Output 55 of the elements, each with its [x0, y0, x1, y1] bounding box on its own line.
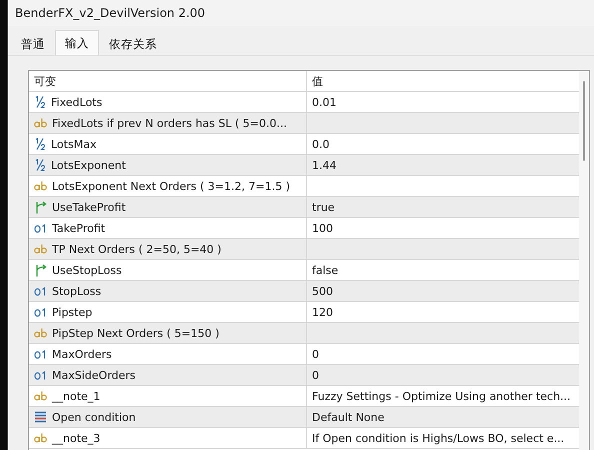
- parameter-name-cell[interactable]: Open condition: [29, 407, 306, 427]
- tab[interactable]: 普通: [11, 32, 55, 55]
- parameter-name: StopLoss: [52, 284, 102, 298]
- parameter-name-cell[interactable]: __note_1: [29, 386, 306, 406]
- parameter-name: Open condition: [52, 410, 136, 424]
- fraction-icon: [34, 138, 46, 150]
- parameter-name-cell[interactable]: UseStopLoss: [29, 260, 306, 280]
- parameter-name-cell[interactable]: __note_3: [29, 428, 306, 448]
- tab[interactable]: 依存关系: [99, 32, 167, 55]
- parameter-name-cell[interactable]: LotsMax: [29, 134, 306, 154]
- tab[interactable]: 输入: [55, 30, 99, 55]
- parameter-name: TP Next Orders ( 2=50, 5=40 ): [52, 242, 222, 256]
- list-icon: [34, 411, 47, 423]
- parameter-name: LotsExponent: [51, 158, 126, 172]
- window-title: BenderFX_v2_DevilVersion 2.00: [15, 6, 206, 20]
- branch-arrow-icon: [34, 264, 47, 276]
- parameter-name-cell[interactable]: MaxOrders: [29, 344, 306, 364]
- parameter-name: MaxSideOrders: [52, 368, 136, 382]
- parameter-name: UseStopLoss: [52, 264, 122, 276]
- parameter-name-cell[interactable]: LotsExponent: [29, 155, 306, 175]
- parameter-name: MaxOrders: [52, 348, 112, 360]
- parameter-name-cell[interactable]: LotsExponent Next Orders ( 3=1.2, 7=1.5 ): [29, 176, 306, 196]
- text-type-icon: [34, 391, 47, 401]
- text-type-icon: [34, 118, 47, 128]
- fraction-icon: [34, 159, 46, 171]
- integer-icon: [34, 224, 47, 232]
- parameter-name: __note_3: [52, 432, 100, 444]
- scrollbar-thumb[interactable]: [583, 81, 585, 161]
- parameter-name: LotsExponent Next Orders ( 3=1.2, 7=1.5 ): [52, 180, 290, 192]
- text-type-icon: [34, 244, 47, 254]
- integer-icon: [34, 350, 47, 358]
- parameter-name: __note_1: [52, 390, 100, 402]
- parameter-name: UseTakeProfit: [52, 200, 126, 214]
- parameter-name: FixedLots: [51, 96, 102, 108]
- fraction-icon: [34, 96, 46, 108]
- parameter-name: FixedLots if prev N orders has SL ( 5=0.0...: [52, 116, 287, 130]
- parameter-name: Pipstep: [52, 306, 92, 318]
- branch-arrow-icon: [34, 200, 47, 214]
- parameter-name-cell[interactable]: Pipstep: [29, 302, 306, 322]
- parameter-name-cell[interactable]: StopLoss: [29, 281, 306, 301]
- parameter-name-cell[interactable]: TakeProfit: [29, 218, 306, 238]
- integer-icon: [34, 286, 47, 296]
- parameter-name: LotsMax: [51, 138, 96, 150]
- column-header[interactable]: 可变: [29, 71, 306, 91]
- parameter-name-cell[interactable]: UseTakeProfit: [29, 197, 306, 217]
- text-type-icon: [34, 181, 47, 191]
- parameter-name-cell[interactable]: MaxSideOrders: [29, 365, 306, 385]
- integer-icon: [34, 370, 47, 380]
- parameter-name: TakeProfit: [52, 222, 106, 234]
- integer-icon: [34, 308, 47, 316]
- scrollbar[interactable]: [579, 71, 589, 450]
- text-type-icon: [34, 328, 47, 338]
- text-type-icon: [34, 433, 47, 443]
- parameter-name: PipStep Next Orders ( 5=150 ): [52, 326, 220, 340]
- parameter-name-cell[interactable]: FixedLots: [29, 92, 306, 112]
